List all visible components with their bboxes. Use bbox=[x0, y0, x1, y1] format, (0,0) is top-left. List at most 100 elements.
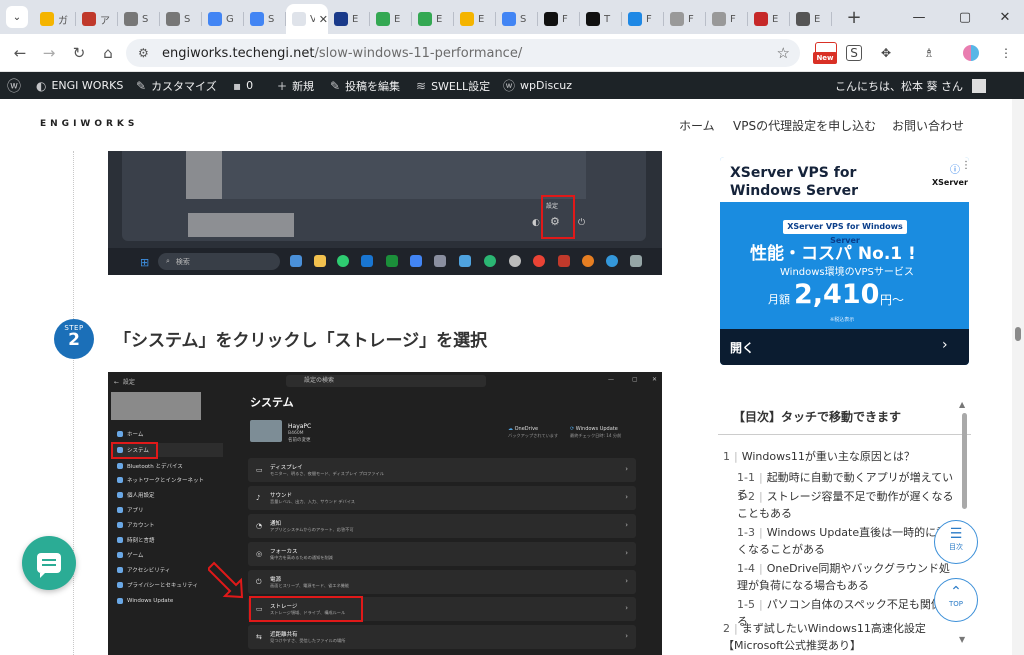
site-header: ENGIWORKS ホーム VPSの代理設定を申し込む お問い合わせ bbox=[0, 99, 1012, 151]
tab-title: V bbox=[310, 13, 315, 25]
ad-pill: XServer VPS for Windows Server bbox=[783, 220, 907, 245]
ad-title[interactable]: XServer VPS for Windows Server bbox=[730, 164, 928, 200]
browser-tab[interactable]: ア bbox=[76, 4, 118, 34]
page-scrollbar-thumb[interactable] bbox=[1015, 327, 1021, 341]
settings-sidebar-item: プライバシーとセキュリティ bbox=[117, 581, 198, 589]
tab-title: F bbox=[646, 13, 652, 25]
nav-contact[interactable]: お問い合わせ bbox=[892, 117, 964, 134]
browser-tab[interactable]: T bbox=[580, 4, 622, 34]
toc-link[interactable]: 2 | まず試したいWindows11高速化設定【Microsoft公式推奨あり】 bbox=[723, 620, 955, 654]
extension-s-icon[interactable]: S bbox=[846, 45, 862, 61]
admin-site-link[interactable]: ◐ ENGI WORKS bbox=[36, 72, 123, 99]
labs-icon[interactable]: ♗ bbox=[919, 43, 939, 63]
ad-price: 2,410 bbox=[794, 279, 880, 310]
browser-tab[interactable]: S bbox=[118, 4, 160, 34]
ad-headline: 性能・コスパ No.1 ! bbox=[750, 244, 916, 264]
admin-swell-link[interactable]: ≋ SWELL設定 bbox=[416, 72, 490, 99]
browser-tab[interactable]: E bbox=[748, 4, 790, 34]
browser-tab[interactable]: ガ bbox=[34, 4, 76, 34]
tab-search-button[interactable]: ⌄ bbox=[6, 6, 28, 28]
settings-row: ◔ 通知 アプリとシステムからのアラート、応答不可 › bbox=[248, 514, 636, 538]
admin-customize-link[interactable]: ✎ カスタマイズ bbox=[136, 72, 217, 99]
site-logo[interactable]: ENGIWORKS bbox=[40, 119, 138, 129]
puzzle-extensions-icon[interactable]: ✥ bbox=[876, 43, 896, 63]
toc-link[interactable]: 1 | Windows11が重い主な原因とは？ bbox=[723, 448, 955, 465]
back-to-top-button[interactable]: ⌃ TOP bbox=[934, 578, 978, 622]
new-tab-button[interactable]: + bbox=[844, 7, 864, 28]
highlight-box-system bbox=[111, 442, 158, 459]
browser-tab[interactable]: S bbox=[496, 4, 538, 34]
toc-separator: | bbox=[758, 471, 763, 484]
tab-favicon-icon bbox=[166, 12, 180, 26]
browser-tab[interactable]: F bbox=[706, 4, 748, 34]
admin-site-label: ENGI WORKS bbox=[51, 79, 124, 92]
ad-banner[interactable]: XServer VPS for Windows Server ⓘ ⋮ XServ… bbox=[720, 157, 969, 365]
profile-avatar[interactable] bbox=[963, 45, 979, 61]
clock-icon bbox=[509, 255, 521, 267]
browser-tab[interactable]: G bbox=[202, 4, 244, 34]
close-window-button[interactable]: ✕ bbox=[984, 0, 1024, 34]
nav-home[interactable]: ホーム bbox=[679, 117, 715, 134]
browser-tab[interactable]: E bbox=[370, 4, 412, 34]
browser-tab[interactable]: S bbox=[244, 4, 286, 34]
tab-title: T bbox=[604, 13, 611, 25]
settings-category-icon bbox=[117, 477, 123, 483]
browser-tab[interactable]: F bbox=[664, 4, 706, 34]
tab-favicon-icon bbox=[544, 12, 558, 26]
home-button[interactable]: ⌂ bbox=[97, 42, 119, 64]
toc-link[interactable]: 1-4 | OneDrive同期やバックグラウンド処理が負荷になる場合もある bbox=[737, 560, 955, 594]
chat-button[interactable] bbox=[22, 536, 76, 590]
toc-scroll-down-icon[interactable]: ▼ bbox=[959, 635, 965, 644]
browser-tab[interactable]: F bbox=[622, 4, 664, 34]
taskbar-app-icon bbox=[290, 255, 302, 267]
bookmark-star-icon[interactable]: ☆ bbox=[777, 44, 790, 62]
browser-tab[interactable]: S bbox=[160, 4, 202, 34]
maximize-button[interactable]: ▢ bbox=[944, 0, 986, 34]
nav-vps-request[interactable]: VPSの代理設定を申し込む bbox=[733, 117, 876, 134]
toc-float-button[interactable]: ☰ 目次 bbox=[934, 520, 978, 564]
admin-account-link[interactable]: こんにちは、松本 葵 さん bbox=[835, 72, 986, 99]
browser-tab[interactable]: E bbox=[412, 4, 454, 34]
browser-tab[interactable]: F bbox=[538, 4, 580, 34]
settings-search: 設定の検索 bbox=[286, 375, 486, 387]
settings-row: ⇆ 近距離共有 見つけやすさ、受信したファイルの場所 › bbox=[248, 625, 636, 649]
step-badge: STEP 2 bbox=[54, 319, 94, 359]
site-info-icon[interactable]: ⚙ bbox=[138, 46, 156, 60]
tab-favicon-icon bbox=[40, 12, 54, 26]
browser-tab[interactable]: E bbox=[790, 4, 832, 34]
admin-edit-label: 投稿を編集 bbox=[345, 79, 401, 93]
close-tab-icon[interactable]: ✕ bbox=[319, 13, 328, 26]
ad-close-icon[interactable]: ⋮ bbox=[961, 160, 969, 171]
toc-scrollbar-thumb[interactable] bbox=[962, 413, 967, 509]
admin-greeting: こんにちは、松本 葵 さん bbox=[835, 79, 963, 93]
settings-row-title: サウンド bbox=[270, 493, 293, 499]
address-bar[interactable]: ⚙ engiworks.techengi.net/slow-windows-11… bbox=[126, 39, 800, 67]
toc-link[interactable]: 1-3 | Windows Update直後は一時的に重くなることがある bbox=[737, 524, 955, 558]
browser-tab[interactable]: E bbox=[328, 4, 370, 34]
ad-open-bar[interactable]: 開く › bbox=[720, 329, 969, 365]
ad-info-icon[interactable]: ⓘ bbox=[950, 161, 960, 176]
page-scrollbar[interactable] bbox=[1012, 99, 1024, 655]
admin-new-link[interactable]: + 新規 bbox=[277, 72, 314, 99]
settings-sidebar-label: Bluetooth とデバイス bbox=[127, 464, 183, 470]
reload-button[interactable]: ↻ bbox=[68, 42, 90, 64]
toc-separator: | bbox=[758, 598, 763, 611]
browser-tab[interactable]: V ✕ bbox=[286, 4, 328, 34]
wordpress-logo-icon[interactable]: ⓦ bbox=[7, 72, 21, 99]
more-menu-icon[interactable]: ⋮ bbox=[996, 43, 1016, 63]
admin-comments-link[interactable]: ▪ 0 bbox=[233, 72, 253, 99]
settings-row-title: 近距離共有 bbox=[270, 632, 298, 638]
excel-icon bbox=[386, 255, 398, 267]
admin-edit-post-link[interactable]: ✎ 投稿を編集 bbox=[330, 72, 400, 99]
toc-scroll-up-icon[interactable]: ▲ bbox=[959, 400, 965, 409]
admin-wpdiscuz-link[interactable]: ⓦ wpDiscuz bbox=[503, 72, 572, 99]
toc-link[interactable]: 1-2 | ストレージ容量不足で動作が遅くなることもある bbox=[737, 488, 955, 522]
settings-sidebar-label: プライバシーとセキュリティ bbox=[127, 583, 199, 589]
back-button[interactable]: ← bbox=[9, 42, 31, 64]
toc-float-label: 目次 bbox=[949, 543, 963, 551]
toc-number: 1-3 bbox=[737, 526, 755, 539]
forward-button[interactable]: → bbox=[38, 42, 60, 64]
minimize-button[interactable]: — bbox=[898, 0, 940, 34]
browser-tab[interactable]: E bbox=[454, 4, 496, 34]
ad-open-label: 開く bbox=[730, 341, 755, 355]
